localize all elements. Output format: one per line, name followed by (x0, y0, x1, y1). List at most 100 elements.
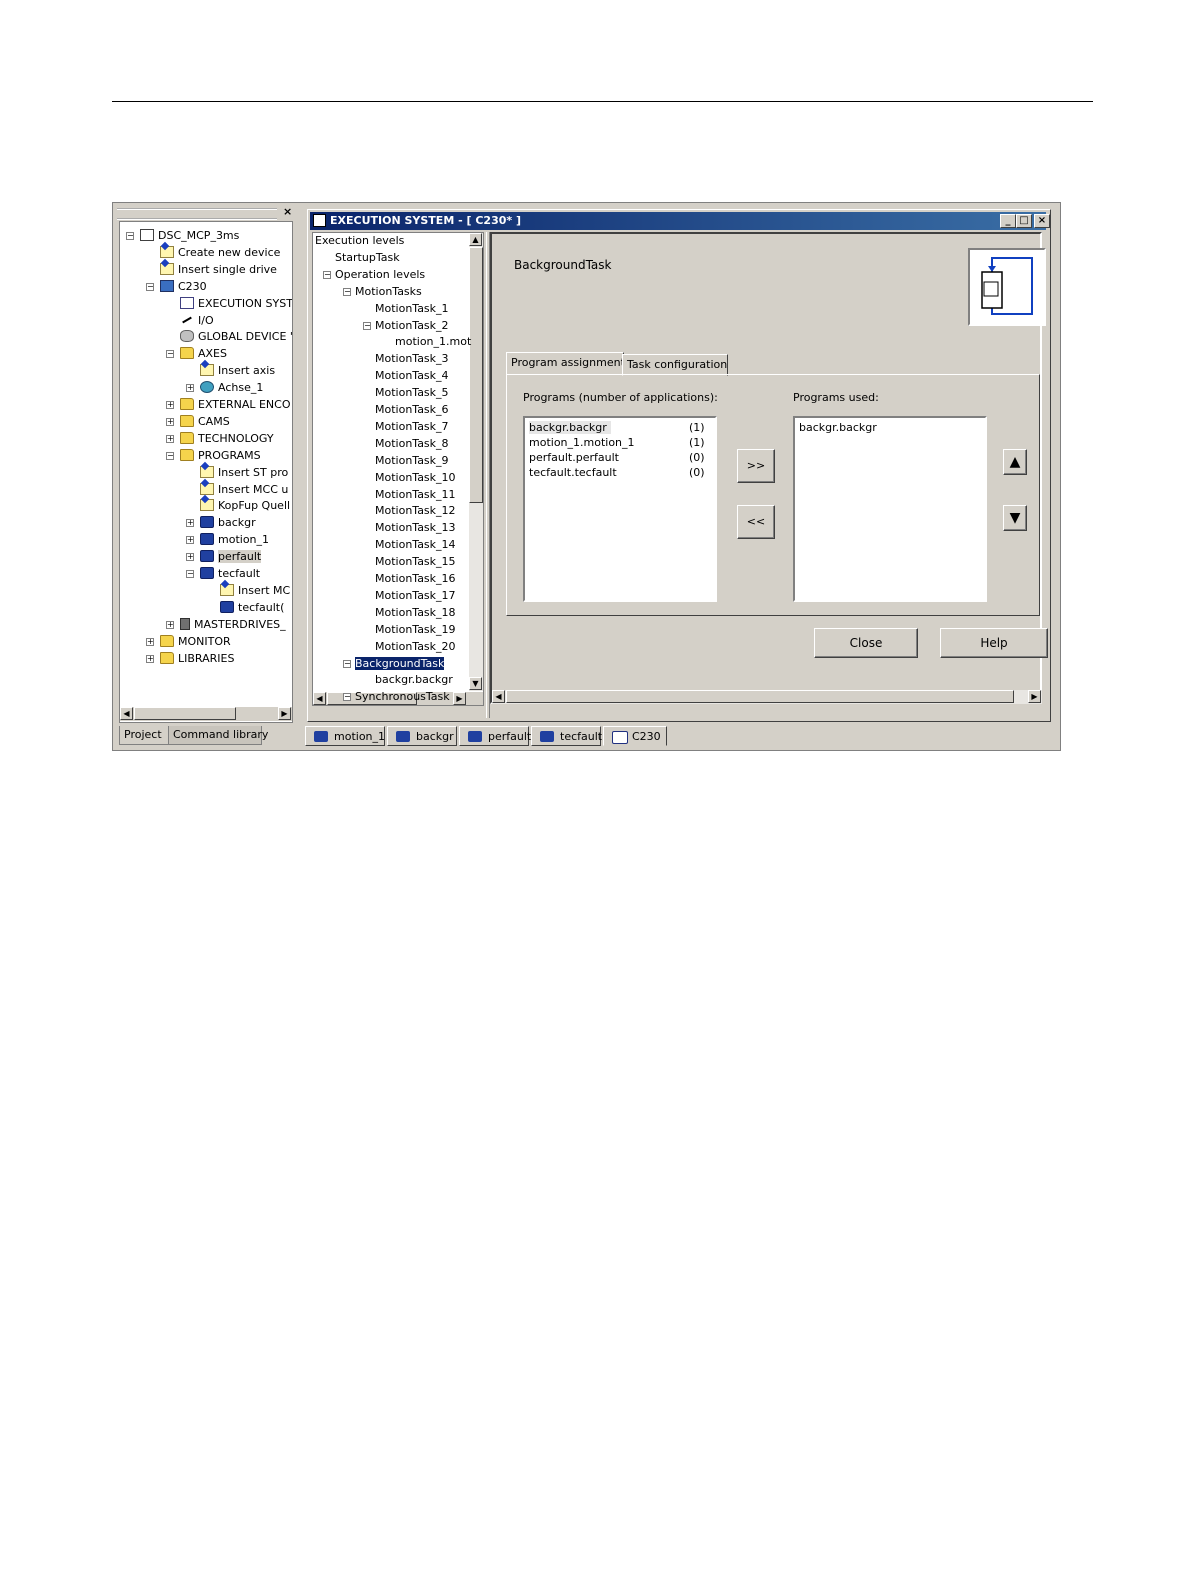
expand-icon[interactable]: + (186, 384, 194, 393)
collapse-icon[interactable]: − (126, 232, 134, 240)
collapse-icon[interactable]: − (186, 570, 194, 578)
dock-grip[interactable] (117, 208, 277, 220)
project-tree-node[interactable]: Insert MCC u (200, 482, 288, 498)
scroll-up-icon[interactable]: ▲ (469, 233, 482, 246)
expand-icon[interactable]: + (146, 654, 154, 663)
exec-tree-node[interactable]: MotionTask_6 (375, 402, 449, 418)
expand-icon[interactable]: + (186, 519, 194, 528)
move-up-button[interactable]: ▲ (1003, 449, 1027, 475)
close-window-button[interactable]: × (1034, 214, 1050, 228)
project-tree-node[interactable]: perfault (200, 549, 262, 565)
collapse-icon[interactable]: − (166, 350, 174, 359)
exec-tree-node[interactable]: SynchronousTask (355, 689, 450, 705)
program-list-item[interactable]: perfault.perfault (0) (529, 450, 709, 465)
exec-tree-node[interactable]: MotionTask_11 (375, 487, 456, 503)
project-tree-node[interactable]: Insert ST pro (200, 465, 288, 481)
expand-icon[interactable]: + (166, 401, 174, 409)
scroll-right-icon[interactable]: ▶ (453, 692, 466, 705)
scroll-right-icon[interactable]: ▶ (1028, 690, 1041, 703)
scroll-thumb[interactable] (506, 690, 1014, 703)
expand-icon[interactable]: + (146, 637, 154, 646)
project-tree-node[interactable]: backgr (200, 515, 256, 531)
program-list-item[interactable]: tecfault.tecfault (0) (529, 465, 709, 480)
programs-used-list[interactable]: backgr.backgr (793, 416, 987, 602)
exec-tree-node[interactable]: Operation levels (335, 267, 425, 283)
exec-tree-node[interactable]: MotionTask_20 (375, 639, 456, 655)
scroll-left-icon[interactable]: ◀ (492, 690, 505, 703)
project-tree-node[interactable]: KopFup Quell (200, 498, 290, 514)
project-tree-node[interactable]: Achse_1 (200, 380, 263, 396)
exec-tree-node[interactable]: MotionTasks (355, 284, 422, 300)
exec-tree-node[interactable]: MotionTask_3 (375, 351, 449, 367)
exec-tree-node[interactable]: MotionTask_4 (375, 368, 449, 384)
exec-tree-node[interactable]: BackgroundTask (353, 655, 446, 672)
scroll-right-icon[interactable]: ▶ (278, 707, 291, 720)
expand-icon[interactable]: + (186, 536, 194, 545)
project-tree-node[interactable]: EXECUTION SYST (180, 296, 292, 312)
exec-tree-node[interactable]: motion_1.mot (395, 334, 471, 350)
tab-program-assignment[interactable]: Program assignment (506, 352, 625, 376)
tab-backgr[interactable]: backgr (387, 726, 457, 746)
move-down-button[interactable]: ▼ (1003, 505, 1027, 531)
tab-command-library[interactable]: Command library (168, 726, 268, 745)
tab-task-configuration[interactable]: Task configuration (622, 354, 728, 376)
exec-tree-node[interactable]: MotionTask_9 (375, 453, 449, 469)
expand-icon[interactable]: + (186, 553, 194, 562)
window-titlebar[interactable]: EXECUTION SYSTEM - [ C230* ] _ □ × (310, 212, 1050, 230)
remove-program-button[interactable]: << (737, 505, 775, 539)
collapse-icon[interactable]: − (166, 451, 174, 460)
exec-tree-node[interactable]: MotionTask_17 (375, 588, 456, 604)
collapse-icon[interactable]: − (343, 693, 351, 702)
tab-motion-1[interactable]: motion_1 (305, 726, 385, 746)
exec-tree-vscroll[interactable]: ▲ ▼ (469, 233, 483, 691)
exec-tree-node[interactable]: MotionTask_13 (375, 520, 456, 536)
project-tree-node[interactable]: Insert MC (220, 583, 290, 599)
tab-c230[interactable]: C230 (603, 726, 667, 746)
project-tree-node[interactable]: PROGRAMS (180, 448, 261, 464)
tab-tecfault[interactable]: tecfault (531, 726, 602, 746)
exec-tree-node[interactable]: MotionTask_19 (375, 622, 456, 638)
navigator-close-icon[interactable]: × (283, 205, 292, 218)
exec-tree-node[interactable]: backgr.backgr (375, 672, 453, 688)
exec-tree-node[interactable]: MotionTask_8 (375, 436, 449, 452)
project-tree-node[interactable]: LIBRARIES (160, 651, 234, 667)
exec-tree-node[interactable]: MotionTask_2 (375, 318, 449, 334)
collapse-icon[interactable]: − (343, 659, 351, 668)
programs-list[interactable]: backgr.backgr (1) motion_1.motion_1 (1) perf… (523, 416, 717, 602)
exec-tree-node[interactable]: StartupTask (335, 250, 400, 266)
expand-icon[interactable]: + (166, 434, 174, 443)
exec-tree-node[interactable]: MotionTask_12 (375, 503, 456, 519)
project-tree-node[interactable]: Insert axis (200, 363, 275, 379)
scroll-thumb[interactable] (469, 247, 483, 503)
collapse-icon[interactable]: − (343, 287, 351, 296)
exec-tree-node[interactable]: MotionTask_15 (375, 554, 456, 570)
project-tree-hscroll[interactable]: ◀ ▶ (120, 706, 292, 721)
minimize-button[interactable]: _ (1000, 214, 1016, 228)
scroll-thumb[interactable] (134, 707, 236, 720)
used-program-item[interactable]: backgr.backgr (799, 420, 877, 435)
exec-tree-node[interactable]: MotionTask_14 (375, 537, 456, 553)
tab-perfault[interactable]: perfault (459, 726, 531, 746)
exec-tree-node[interactable]: MotionTask_5 (375, 385, 449, 401)
exec-tree-node[interactable]: MotionTask_1 (375, 301, 449, 317)
expand-icon[interactable]: + (166, 417, 174, 426)
exec-tree-node[interactable]: Execution levels (315, 233, 404, 249)
scroll-down-icon[interactable]: ▼ (469, 677, 482, 690)
project-tree-node[interactable]: DSC_MCP_3ms (140, 228, 239, 244)
details-hscroll[interactable]: ◀ ▶ (492, 690, 1042, 704)
exec-tree-node[interactable]: MotionTask_16 (375, 571, 456, 587)
project-tree-node[interactable]: TECHNOLOGY (180, 431, 274, 447)
project-tree-node[interactable]: CAMS (180, 414, 230, 430)
project-tree-node[interactable]: MASTERDRIVES_ (180, 617, 286, 633)
collapse-icon[interactable]: − (323, 270, 331, 279)
project-tree-node[interactable]: motion_1 (200, 532, 269, 548)
tab-project[interactable]: Project (119, 726, 169, 745)
exec-tree-node[interactable]: MotionTask_7 (375, 419, 449, 435)
project-tree-node[interactable]: MONITOR (160, 634, 231, 650)
project-tree-node[interactable]: GLOBAL DEVICE ' (180, 329, 292, 345)
project-tree-node[interactable]: tecfault (200, 566, 260, 582)
exec-tree-node[interactable]: MotionTask_18 (375, 605, 456, 621)
project-tree-node[interactable]: Create new device (160, 245, 280, 261)
project-tree-node[interactable]: EXTERNAL ENCO (180, 397, 291, 413)
project-tree-node[interactable]: C230 (160, 279, 207, 295)
